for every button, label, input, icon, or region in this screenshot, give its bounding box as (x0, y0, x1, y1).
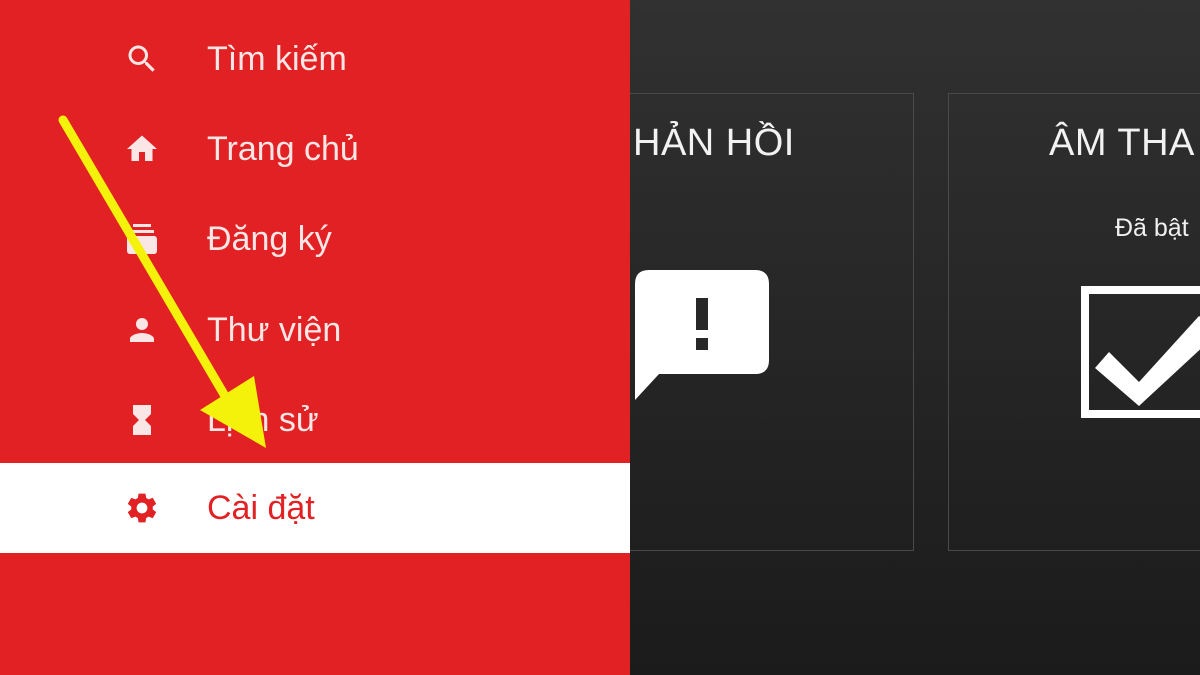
subscriptions-icon (122, 219, 162, 259)
gear-icon (122, 488, 162, 528)
hourglass-icon (122, 400, 162, 440)
nav-item-label: Cài đặt (207, 488, 315, 527)
settings-content-area: HẢN HỒI ÂM THA Đã bật (630, 0, 1200, 675)
nav-item-label: Thư viện (207, 310, 342, 349)
nav-item-label: Trang chủ (207, 129, 359, 168)
feedback-card-title: HẢN HỒI (633, 122, 795, 164)
checkbox-checked-icon[interactable] (1081, 286, 1200, 426)
nav-item-label: Tìm kiếm (207, 39, 347, 78)
feedback-icon (635, 270, 775, 410)
search-icon (122, 39, 162, 79)
home-icon (122, 129, 162, 169)
nav-item-label: Đăng ký (207, 219, 332, 258)
navigation-drawer: Tìm kiếm Trang chủ Đăng ký Thư viện Lịch… (0, 0, 630, 675)
sound-card-title: ÂM THA (1049, 122, 1195, 164)
nav-item-label: Lịch sử (207, 400, 319, 439)
nav-item-home[interactable]: Trang chủ (0, 104, 630, 194)
feedback-card[interactable]: HẢN HỒI (630, 93, 914, 551)
sound-status-label: Đã bật (1115, 214, 1189, 242)
nav-item-subscriptions[interactable]: Đăng ký (0, 194, 630, 284)
person-icon (122, 310, 162, 350)
sound-card[interactable]: ÂM THA Đã bật (948, 93, 1200, 551)
nav-item-history[interactable]: Lịch sử (0, 375, 630, 465)
nav-item-settings[interactable]: Cài đặt (0, 463, 630, 553)
nav-item-search[interactable]: Tìm kiếm (0, 14, 630, 104)
nav-item-library[interactable]: Thư viện (0, 285, 630, 375)
